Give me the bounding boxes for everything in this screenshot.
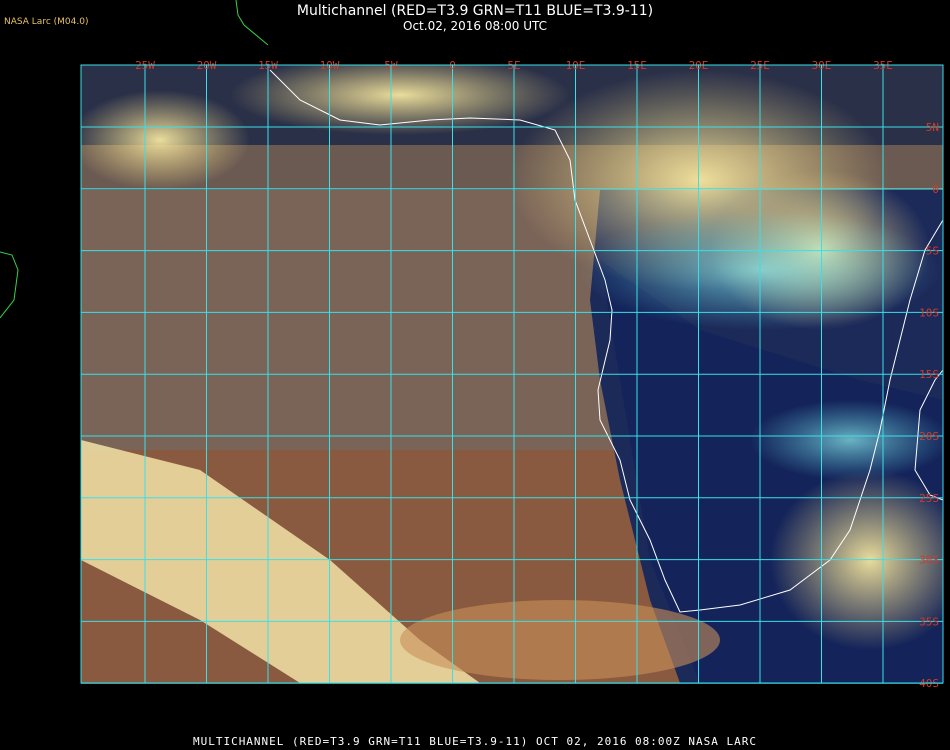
lat-label-35S: 35S [919, 615, 939, 628]
lat-label-15S: 15S [919, 368, 939, 381]
lat-label-20S: 20S [919, 430, 939, 443]
lat-label-5N: 5N [926, 121, 939, 134]
lat-label-5S: 5S [926, 245, 939, 258]
lat-label-0: 0 [932, 183, 939, 196]
lat-label-30S: 30S [919, 554, 939, 567]
satellite-map: 25W 20W 15W 10W 5W 0 5E 10E 15E 20E 25E 30E 35E 5N05… [0, 0, 944, 690]
footer-caption: MULTICHANNEL (RED=T3.9 GRN=T11 BLUE=T3.9… [192, 735, 758, 748]
lat-label-25S: 25S [919, 492, 939, 505]
lat-label-40S: 40S [919, 677, 939, 690]
imagery-layer [81, 65, 943, 683]
lat-label-10S: 10S [919, 306, 939, 319]
